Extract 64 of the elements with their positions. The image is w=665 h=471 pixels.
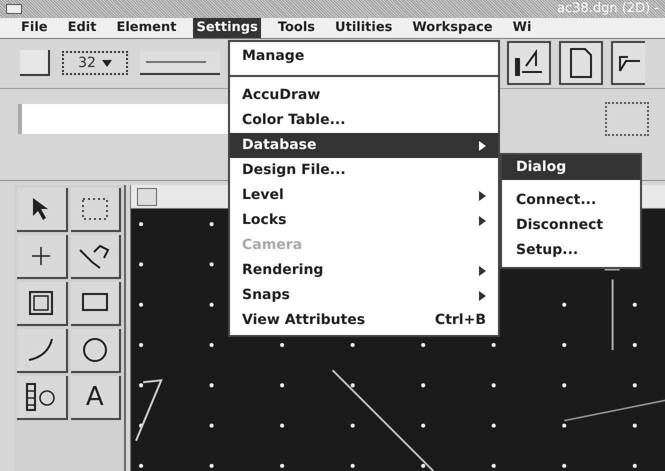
toolbar-button[interactable] [507, 41, 551, 86]
window-menu-button[interactable] [6, 4, 22, 14]
tool-button[interactable] [17, 235, 68, 280]
view-menu-button[interactable] [137, 188, 157, 206]
menu-entry[interactable]: View Attributes Ctrl+B [230, 308, 498, 333]
menu-item[interactable]: Settings [193, 18, 261, 38]
menu-entry-label: View Attributes [242, 311, 366, 330]
submenu-arrow-icon [479, 216, 486, 226]
menu-item[interactable]: Element [113, 18, 180, 38]
page-icon [568, 47, 594, 80]
window-title: ac38.dgn (2D) - [557, 0, 659, 18]
submenu-arrow-icon [479, 266, 486, 276]
menu-entry[interactable]: Database [230, 133, 498, 158]
menu-item[interactable]: Utilities [332, 18, 396, 38]
tool-button[interactable] [17, 376, 68, 420]
menu-entry-label: Rendering [242, 261, 324, 280]
menu-entry[interactable]: Color Table... [230, 108, 498, 133]
menu-entry-label: Color Table... [242, 111, 347, 130]
submenu-entry[interactable]: Dialog [502, 155, 640, 180]
framed-square-icon [27, 289, 56, 318]
menu-entry-label: AccuDraw [242, 86, 322, 105]
menu-entry-label: Manage [242, 47, 306, 66]
dotted-rectangle-icon [80, 196, 110, 222]
polyline-icon [78, 242, 112, 270]
menu-item[interactable]: Edit [64, 18, 100, 38]
tool-button[interactable] [70, 188, 121, 232]
tool-button[interactable] [17, 188, 68, 232]
menu-entry-label: Snaps [242, 286, 291, 305]
menu-entry-label: Level [242, 186, 285, 205]
tool-button[interactable]: A [70, 376, 121, 420]
menu-item[interactable]: Wi [510, 18, 534, 38]
weight-dropdown[interactable]: 32 [62, 51, 128, 76]
list-shape-icon [25, 382, 58, 412]
toolbar-button[interactable] [611, 41, 645, 86]
menu-entry[interactable]: Locks [230, 208, 498, 233]
tool-button[interactable] [17, 282, 68, 326]
menu-entry[interactable]: Design File... [230, 158, 498, 183]
menu-entry[interactable]: AccuDraw [230, 83, 498, 108]
menu-entry-label: Database [242, 136, 318, 155]
menu-entry[interactable]: Manage [230, 44, 498, 69]
menu-entry-label: Design File... [242, 161, 347, 180]
submenu-arrow-icon [479, 140, 486, 150]
menu-item[interactable]: Workspace [409, 18, 496, 38]
submenu-arrow-icon [479, 190, 486, 200]
tool-button[interactable] [70, 282, 121, 326]
caret-icon [102, 60, 112, 67]
tool-button[interactable] [70, 235, 121, 280]
toolbar-button[interactable] [559, 41, 603, 86]
menu-entry-label: Locks [242, 211, 288, 230]
line-style-dropdown[interactable] [140, 51, 220, 76]
toolbar-button[interactable] [605, 102, 649, 136]
menu-entry[interactable]: Level [230, 183, 498, 208]
text-tool-label: A [86, 384, 104, 410]
menu-entry[interactable]: Rendering [230, 258, 498, 283]
submenu-arrow-icon [479, 290, 486, 300]
tool-button[interactable] [17, 329, 68, 374]
menu-entry[interactable]: Snaps [230, 283, 498, 308]
line-style-icon [146, 60, 206, 64]
menu-entry-label: Camera [242, 236, 304, 255]
tool-button[interactable] [70, 329, 121, 374]
menu-item[interactable]: File [18, 18, 51, 38]
shortcut-label: Ctrl+B [434, 311, 486, 330]
menu-item[interactable]: Tools [274, 18, 318, 38]
color-button[interactable] [20, 50, 50, 76]
